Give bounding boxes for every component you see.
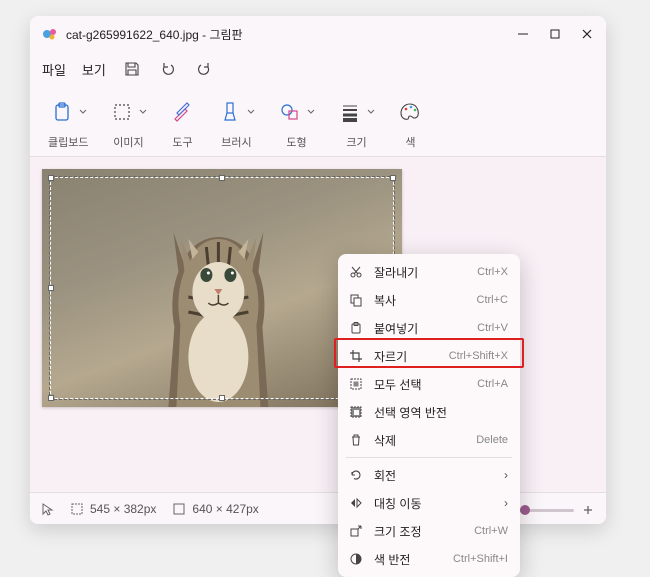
ribbon-group-colors: 색 (388, 94, 432, 150)
select-all-icon (348, 376, 364, 392)
zoom-in-icon[interactable] (582, 504, 594, 516)
ctx-delete[interactable]: 삭제 Delete (338, 426, 520, 454)
ribbon-size-label: 크기 (346, 134, 366, 150)
shapes-icon[interactable] (276, 98, 304, 126)
undo-button[interactable] (158, 59, 178, 79)
ctx-rotate[interactable]: 회전 › (338, 461, 520, 489)
ctx-cut[interactable]: 잘라내기 Ctrl+X (338, 258, 520, 286)
size-icon[interactable] (336, 98, 364, 126)
paste-icon[interactable] (48, 98, 76, 126)
cursor-pos-icon (40, 502, 54, 516)
close-button[interactable] (580, 27, 594, 41)
scissors-icon (348, 264, 364, 280)
chevron-right-icon: › (504, 496, 508, 510)
select-icon[interactable] (108, 98, 136, 126)
menubar: 파일 보기 (30, 52, 606, 86)
chevron-right-icon: › (504, 468, 508, 482)
invert-colors-icon (348, 551, 364, 567)
ribbon-brushes-label: 브러시 (221, 134, 251, 150)
paste-icon (348, 320, 364, 336)
selection-handle[interactable] (48, 175, 54, 181)
flip-icon (348, 495, 364, 511)
menu-view[interactable]: 보기 (82, 60, 106, 79)
canvas-size-value: 640 × 427px (192, 502, 258, 516)
ribbon-group-size: 크기 (328, 94, 384, 150)
chevron-down-icon[interactable] (78, 107, 88, 117)
rotate-icon (348, 467, 364, 483)
brush-icon[interactable] (216, 98, 244, 126)
selection-handle[interactable] (48, 395, 54, 401)
ctx-flip[interactable]: 대칭 이동 › (338, 489, 520, 517)
ctx-resize[interactable]: 크기 조정 Ctrl+W (338, 517, 520, 545)
resize-icon (348, 523, 364, 539)
invert-selection-icon (348, 404, 364, 420)
ctx-paste[interactable]: 붙여넣기 Ctrl+V (338, 314, 520, 342)
ctx-crop[interactable]: 자르기 Ctrl+Shift+X (338, 342, 520, 370)
maximize-button[interactable] (548, 27, 562, 41)
ctx-invert-selection[interactable]: 선택 영역 반전 (338, 398, 520, 426)
chevron-down-icon[interactable] (366, 107, 376, 117)
crop-icon (348, 348, 364, 364)
selection-handle[interactable] (48, 285, 54, 291)
chevron-down-icon[interactable] (138, 107, 148, 117)
ribbon-image-label: 이미지 (113, 134, 143, 150)
ribbon-tools-label: 도구 (172, 134, 192, 150)
context-menu: 잘라내기 Ctrl+X 복사 Ctrl+C 붙여넣기 Ctrl+V 자르기 Ct… (338, 254, 520, 577)
ribbon-group-brushes: 브러시 (208, 94, 264, 150)
redo-button[interactable] (194, 59, 214, 79)
ribbon-group-tools: 도구 (160, 94, 204, 150)
ribbon: 클립보드 이미지 도구 브러시 도 (30, 86, 606, 157)
window-title: cat-g265991622_640.jpg - 그림판 (66, 26, 516, 43)
selection-size-value: 545 × 382px (90, 502, 156, 516)
copy-icon (348, 292, 364, 308)
chevron-down-icon[interactable] (246, 107, 256, 117)
selection-handle[interactable] (219, 395, 225, 401)
zoom-slider-thumb[interactable] (520, 505, 530, 515)
minimize-button[interactable] (516, 27, 530, 41)
ribbon-group-shapes: 도형 (268, 94, 324, 150)
ctx-separator (346, 457, 512, 458)
menu-file[interactable]: 파일 (42, 60, 66, 79)
titlebar: cat-g265991622_640.jpg - 그림판 (30, 16, 606, 52)
chevron-down-icon[interactable] (306, 107, 316, 117)
ctx-select-all[interactable]: 모두 선택 Ctrl+A (338, 370, 520, 398)
tools-icon[interactable] (168, 98, 196, 126)
ctx-invert-colors[interactable]: 색 반전 Ctrl+Shift+I (338, 545, 520, 573)
selection-handle[interactable] (219, 175, 225, 181)
selection-handle[interactable] (390, 175, 396, 181)
palette-icon[interactable] (396, 98, 424, 126)
ribbon-shapes-label: 도형 (286, 134, 306, 150)
selection-size-icon (70, 502, 84, 516)
app-icon (42, 26, 58, 42)
ribbon-group-clipboard: 클립보드 (40, 94, 96, 150)
ribbon-clipboard-label: 클립보드 (48, 134, 88, 150)
canvas-size-icon (172, 502, 186, 516)
delete-icon (348, 432, 364, 448)
ctx-copy[interactable]: 복사 Ctrl+C (338, 286, 520, 314)
ribbon-group-image: 이미지 (100, 94, 156, 150)
ribbon-colors-label: 색 (405, 134, 415, 150)
save-button[interactable] (122, 59, 142, 79)
